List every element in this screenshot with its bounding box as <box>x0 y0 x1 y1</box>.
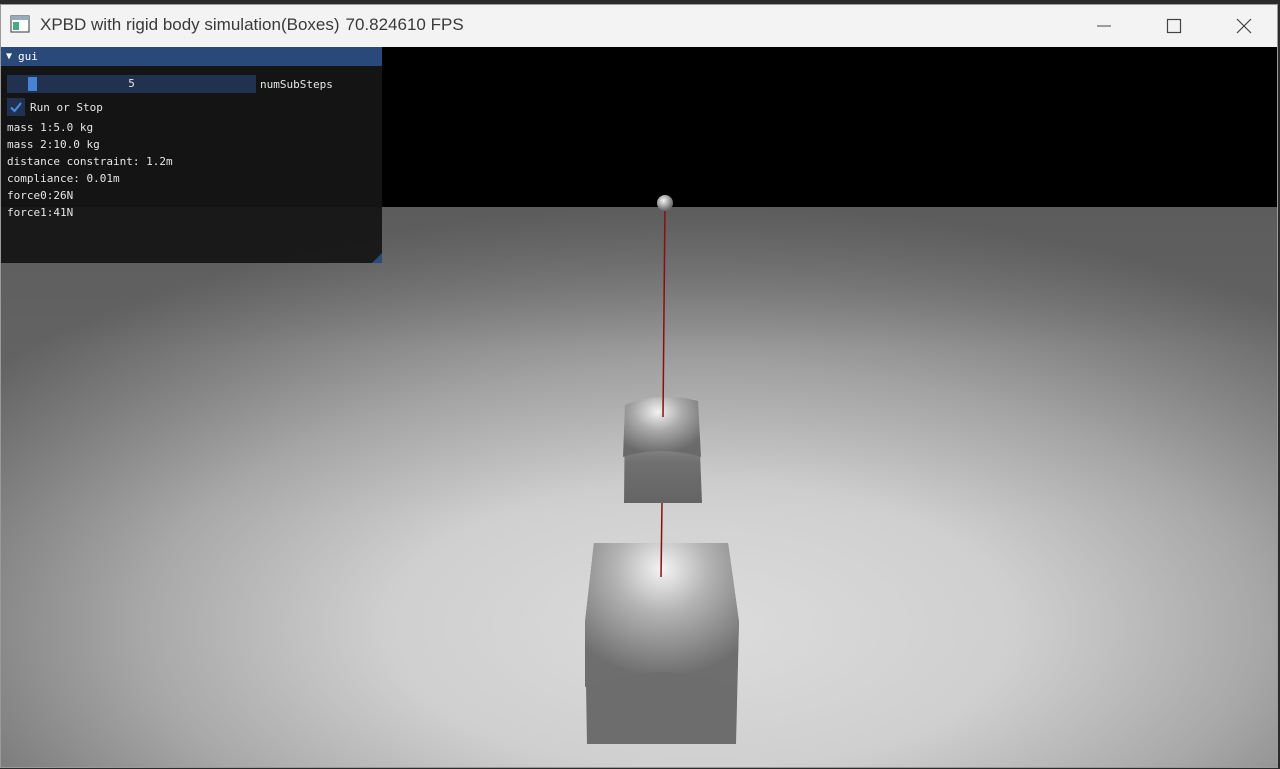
resize-grip[interactable] <box>372 253 382 263</box>
distance-constraint-text: distance constraint: 1.2m <box>7 155 173 168</box>
slider-value: 5 <box>128 77 135 90</box>
substeps-slider[interactable]: 5 <box>7 75 256 93</box>
anchor-sphere <box>657 195 673 211</box>
close-button[interactable] <box>1209 5 1277 47</box>
app-icon <box>10 15 30 33</box>
slider-label: numSubSteps <box>260 77 333 91</box>
constraint-line-bottom <box>660 502 663 578</box>
maximize-button[interactable] <box>1139 5 1209 47</box>
run-stop-row: Run or Stop <box>7 98 103 116</box>
window-title: XPBD with rigid body simulation(Boxes) 70… <box>40 15 464 35</box>
close-icon <box>1236 18 1252 34</box>
minimize-icon <box>1097 25 1111 27</box>
maximize-icon <box>1166 18 1182 34</box>
title-text: XPBD with rigid body simulation(Boxes) <box>40 15 340 34</box>
gui-header[interactable]: ▼ gui <box>1 47 382 66</box>
app-window: XPBD with rigid body simulation(Boxes) 70… <box>0 4 1278 768</box>
force1-text: force1:41N <box>7 206 74 219</box>
force0-text: force0:26N <box>7 189 74 202</box>
substeps-slider-row: 5 numSubSteps <box>7 75 333 93</box>
compliance-text: compliance: 0.01m <box>7 172 120 185</box>
mass2-text: mass 2:10.0 kg <box>7 138 100 151</box>
run-stop-label: Run or Stop <box>30 100 103 114</box>
constraint-line-top <box>662 202 666 418</box>
gui-panel[interactable]: ▼ gui 5 numSubSteps Run or Stop mass 1:5… <box>1 47 382 263</box>
render-viewport[interactable]: ▼ gui 5 numSubSteps Run or Stop mass 1:5… <box>1 47 1277 767</box>
large-box <box>585 543 739 744</box>
minimize-button[interactable] <box>1069 5 1139 47</box>
checkmark-icon <box>10 102 22 113</box>
fps-readout: 70.824610 FPS <box>345 15 464 34</box>
gui-title: gui <box>18 50 38 63</box>
collapse-arrow-icon[interactable]: ▼ <box>6 51 12 62</box>
run-stop-checkbox[interactable] <box>7 98 25 116</box>
mass1-text: mass 1:5.0 kg <box>7 121 94 134</box>
title-bar[interactable]: XPBD with rigid body simulation(Boxes) 70… <box>1 5 1277 47</box>
